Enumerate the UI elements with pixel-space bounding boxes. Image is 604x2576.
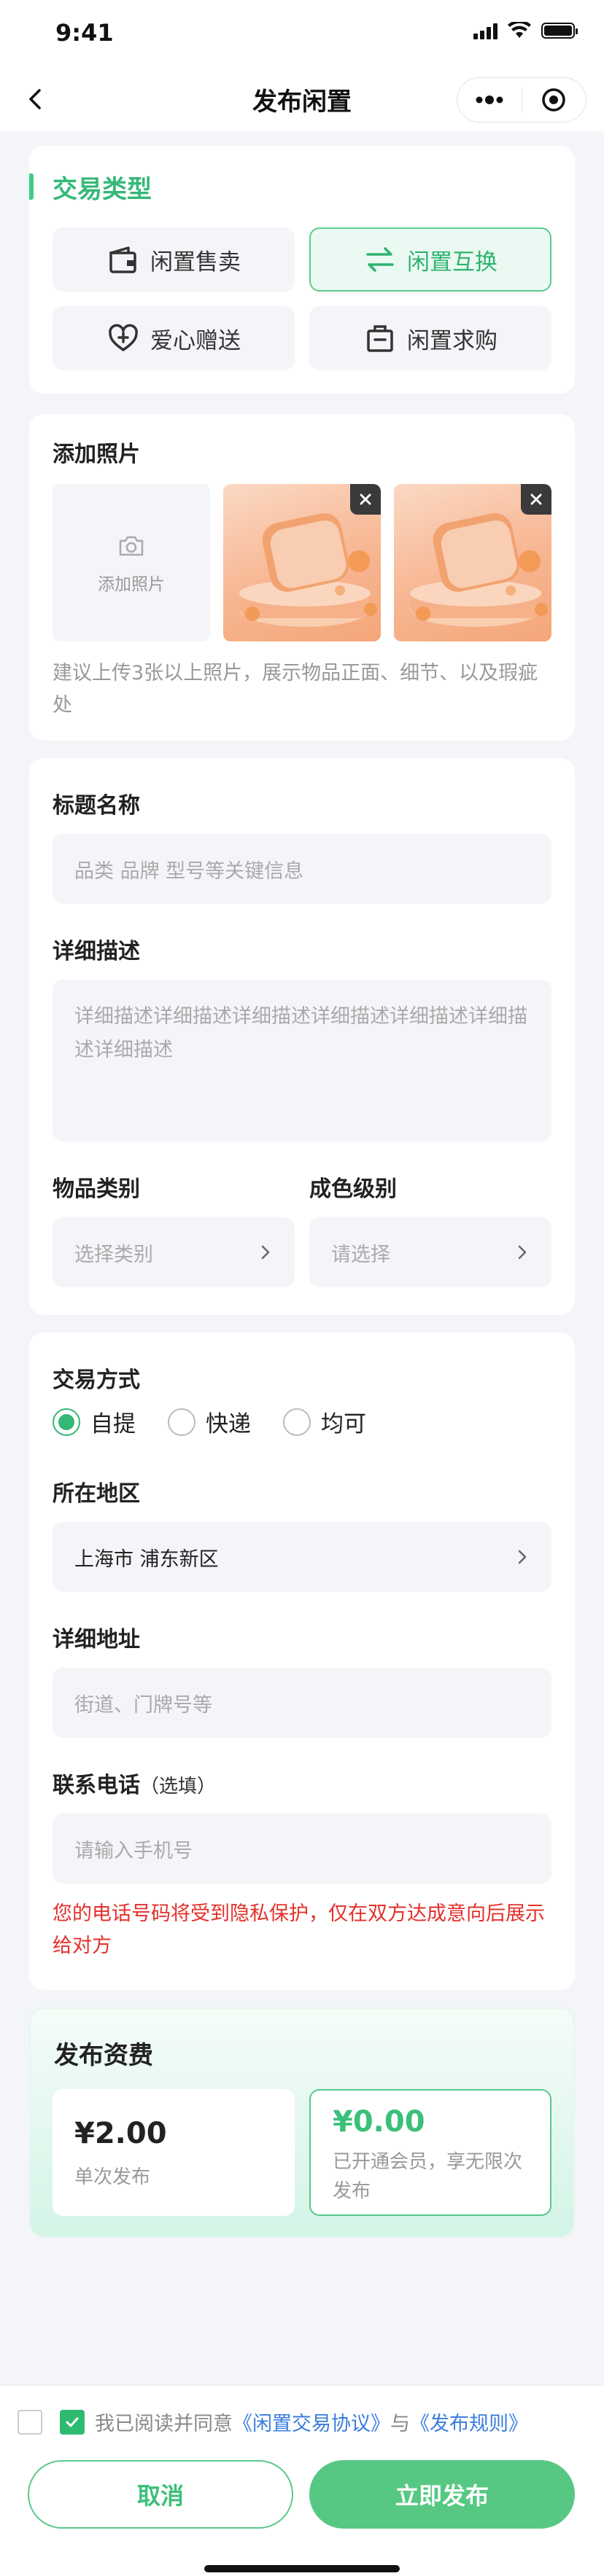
add-photo-button[interactable]: 添加照片 [53,484,210,641]
method-express-radio[interactable]: 快递 [168,1405,251,1438]
radio-unchecked-icon [168,1408,195,1436]
fee-card: 发布资费 ¥2.00 单次发布 ¥0.00 已开通会员，享无限次发布 [29,2007,575,2238]
option-donate-label: 爱心赠送 [150,327,241,354]
method-express-label: 快递 [206,1411,251,1437]
radio-checked-icon [53,1408,80,1436]
fee-member-desc: 已开通会员，享无限次发布 [333,2151,523,2202]
photos-card: 添加照片 添加照片 建议上传3张以上照片，展示物品正面、细节、以及瑕疵处 [29,414,575,741]
close-mini-program-button[interactable] [522,78,586,122]
fee-single-desc: 单次发布 [74,2166,151,2188]
more-dots-icon [476,95,503,104]
submit-button[interactable]: 立即发布 [309,2460,575,2529]
delete-photo-button[interactable] [521,484,551,515]
fee-title: 发布资费 [54,2041,153,2070]
photo-thumbnail-2[interactable] [394,484,551,641]
option-wanted[interactable]: 闲置求购 [309,306,551,370]
radio-unchecked-icon [283,1408,311,1436]
signal-icon [473,22,497,39]
trade-type-card: 交易类型 闲置售卖 闲置互换 爱心赠送 闲置求购 [29,146,575,394]
wallet-icon [109,246,136,273]
condition-select[interactable]: 请选择 [309,1217,551,1287]
delete-photo-button[interactable] [350,484,381,515]
phone-input[interactable]: 请输入手机号 [53,1814,551,1884]
option-wanted-label: 闲置求购 [407,327,497,354]
category-label: 物品类别 [53,1176,140,1202]
status-bar: 9:41 [0,0,604,67]
option-swap-label: 闲置互换 [407,249,497,276]
shopping-bag-icon [367,325,393,352]
cancel-button[interactable]: 取消 [28,2460,293,2529]
description-label: 详细描述 [53,939,140,964]
wifi-icon [508,22,531,38]
phone-optional-hint: （选填） [140,1776,217,1798]
trade-info-card: 交易方式 自提 快递 均可 所在地区 上海市 浦东新区 详细地址 街道、门牌号等… [29,1332,575,1990]
bottom-action-bar: 我已阅读并同意 《闲置交易协议》 与 《发布规则》 取消 立即发布 [0,2385,604,2576]
fee-member-option[interactable]: ¥0.00 已开通会员，享无限次发布 [309,2089,551,2216]
trade-type-title: 交易类型 [53,174,152,204]
photo-hint: 建议上传3张以上照片，展示物品正面、细节、以及瑕疵处 [53,662,538,717]
fee-single-price: ¥2.00 [74,2117,167,2150]
chevron-right-icon [518,1245,527,1260]
region-select[interactable]: 上海市 浦东新区 [53,1522,551,1592]
swap-arrows-icon [366,247,394,272]
privacy-note: 您的电话号码将受到隐私保护，仅在双方达成意向后展示给对方 [53,1902,545,1957]
address-input[interactable]: 街道、门牌号等 [53,1668,551,1738]
option-sell-label: 闲置售卖 [150,249,241,276]
method-either-label: 均可 [321,1411,366,1437]
phone-label: 联系电话（选填） [53,1767,216,1799]
navigation-bar: 发布闲置 [0,67,604,131]
fee-single-option[interactable]: ¥2.00 单次发布 [53,2089,295,2216]
phone-label-text: 联系电话 [53,1773,140,1798]
publish-rules-link[interactable]: 《发布规则》 [410,2408,528,2436]
category-select-value: 选择类别 [74,1243,153,1266]
agreement-and: 与 [390,2413,410,2435]
region-label: 所在地区 [53,1481,140,1507]
method-pickup-radio[interactable]: 自提 [53,1405,136,1438]
condition-label: 成色级别 [309,1176,397,1202]
heart-plus-icon [109,324,138,351]
photo-thumbnail-1[interactable] [223,484,381,641]
trade-agreement-link[interactable]: 《闲置交易协议》 [233,2408,390,2436]
add-photo-label: 添加照片 [98,575,165,594]
chevron-right-icon [518,1550,527,1564]
agreement-prefix: 我已阅读并同意 [95,2413,233,2435]
status-time: 9:41 [55,19,114,47]
status-icons [473,22,578,39]
option-donate[interactable]: 爱心赠送 [53,306,295,370]
description-textarea[interactable]: 详细描述详细描述详细描述详细描述详细描述详细描述详细描述 [53,980,551,1141]
item-info-card: 标题名称 品类 品牌 型号等关键信息 详细描述 详细描述详细描述详细描述详细描述… [29,758,575,1315]
option-sell[interactable]: 闲置售卖 [53,227,295,292]
method-either-radio[interactable]: 均可 [283,1405,366,1438]
agreement-checkbox[interactable] [60,2409,85,2435]
method-pickup-label: 自提 [90,1411,136,1437]
category-select[interactable]: 选择类别 [53,1217,295,1287]
trade-method-label: 交易方式 [53,1367,140,1393]
title-label: 标题名称 [53,793,140,819]
trade-method-group: 自提 快递 均可 [53,1405,398,1438]
mini-program-capsule [457,77,586,122]
title-input[interactable]: 品类 品牌 型号等关键信息 [53,834,551,904]
home-indicator [204,2565,400,2572]
photos-title: 添加照片 [53,442,140,467]
unchecked-checkbox[interactable] [18,2409,42,2435]
close-icon [360,493,371,505]
camera-plus-icon [119,536,144,556]
option-swap[interactable]: 闲置互换 [309,227,551,292]
address-label: 详细地址 [53,1627,140,1652]
target-circle-icon [542,88,565,112]
fee-member-price: ¥0.00 [333,2105,425,2139]
condition-select-value: 请选择 [331,1243,390,1266]
chevron-right-icon [261,1245,270,1260]
agreement-row: 我已阅读并同意 《闲置交易协议》 与 《发布规则》 [18,2408,528,2436]
checkmark-icon [66,2417,79,2427]
section-accent-bar [29,173,34,200]
region-value: 上海市 浦东新区 [74,1547,219,1571]
battery-icon [541,23,578,39]
close-icon [530,493,542,505]
more-button[interactable] [457,78,522,122]
trade-type-header: 交易类型 [29,172,152,204]
